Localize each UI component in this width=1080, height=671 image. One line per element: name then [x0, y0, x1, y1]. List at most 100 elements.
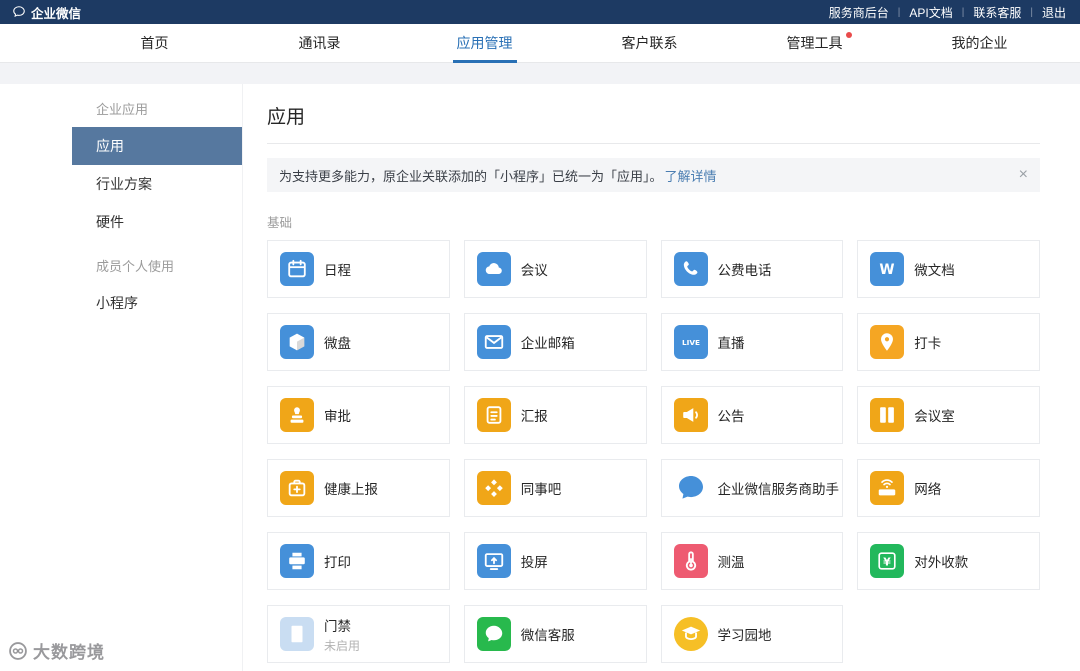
app-label: 打印	[324, 555, 351, 570]
app-status: 未启用	[324, 638, 361, 653]
stamp-icon	[280, 398, 314, 432]
tab-customer-contact[interactable]: 客户联系	[567, 24, 732, 62]
brand-title: 企业微信	[31, 6, 82, 21]
app-card-checkin[interactable]: 打卡	[857, 313, 1040, 371]
app-card-free-call[interactable]: 公费电话	[660, 240, 844, 298]
thermometer-icon	[673, 544, 708, 578]
printer-icon	[280, 544, 314, 578]
tab-app-management[interactable]: 应用管理	[402, 24, 567, 62]
wedoc-icon	[870, 252, 905, 286]
app-label: 公费电话	[717, 263, 772, 278]
app-card-report[interactable]: 汇报	[463, 386, 647, 444]
app-card-screen-cast[interactable]: 投屏	[463, 532, 647, 590]
topbar-link-api-docs[interactable]: API文档	[909, 4, 952, 21]
learn-more-link[interactable]: 了解详情	[665, 166, 717, 185]
app-card-temperature[interactable]: 测温	[660, 532, 844, 590]
app-card-external-payment[interactable]: 对外收款	[857, 532, 1040, 590]
app-card-wechat-kf[interactable]: 微信客服	[463, 605, 647, 663]
app-card-meeting[interactable]: 会议	[463, 240, 647, 298]
mail-icon	[476, 325, 511, 359]
app-label: 企业邮箱	[520, 336, 575, 351]
app-card-provider-assistant[interactable]: 企业微信服务商助手	[660, 459, 844, 517]
app-card-live[interactable]: 直播	[660, 313, 844, 371]
app-label: 审批	[324, 409, 351, 424]
sidebar-section-label: 成员个人使用	[96, 259, 175, 274]
notification-dot	[845, 32, 852, 38]
app-label: 网络	[914, 482, 942, 497]
tab-my-company[interactable]: 我的企业	[897, 24, 1062, 62]
app-card-corp-mail[interactable]: 企业邮箱	[463, 313, 647, 371]
study-icon	[673, 617, 708, 651]
app-card-wedoc[interactable]: 微文档	[857, 240, 1040, 298]
app-grid: 日程 会议 公费电话 微文档微盘 企业邮箱 直播 打卡审批 汇报 公告 会议室健康上报 同事吧 企业微…	[267, 240, 1040, 663]
diamonds-icon	[476, 471, 511, 505]
app-card-network[interactable]: 网络	[857, 459, 1040, 517]
tab-label: 我的企业	[951, 35, 1008, 51]
watermark-logo-icon	[9, 641, 27, 660]
sidebar-item-mini-programs[interactable]: 小程序	[72, 284, 242, 322]
room-icon	[870, 398, 905, 432]
content-top-strip	[0, 63, 1080, 84]
app-card-meeting-room[interactable]: 会议室	[857, 386, 1040, 444]
topbar-link-logout[interactable]: 退出	[1042, 4, 1066, 21]
app-label: 健康上报	[324, 482, 378, 497]
main-nav: 首页 通讯录 应用管理 客户联系 管理工具 我的企业	[0, 24, 1080, 63]
sidebar-item-apps[interactable]: 应用	[72, 127, 242, 165]
megaphone-icon	[673, 398, 708, 432]
topbar-divider: |	[1030, 6, 1033, 18]
main-panel: 应用 为支持更多能力，原企业关联添加的「小程序」已统一为「应用」。 了解详情 ×…	[242, 84, 1080, 671]
app-card-wedrive[interactable]: 微盘	[267, 313, 450, 371]
app-card-approval[interactable]: 审批	[267, 386, 450, 444]
page-title: 应用	[267, 102, 1040, 144]
door-icon	[280, 617, 314, 651]
topbar-divider: |	[897, 6, 901, 18]
phone-icon	[673, 252, 708, 286]
app-label: 公告	[717, 409, 745, 424]
close-icon[interactable]: ×	[1019, 167, 1028, 183]
app-label: 会议室	[914, 409, 955, 424]
tab-label: 首页	[140, 35, 169, 51]
app-card-announcement[interactable]: 公告	[660, 386, 844, 444]
brand: 企业微信	[12, 3, 81, 22]
topbar-link-contact-support[interactable]: 联系客服	[973, 4, 1021, 21]
watermark-text: 大数跨境	[33, 643, 105, 662]
watermark: 大数跨境	[8, 638, 105, 663]
wecom-logo-icon	[13, 6, 25, 17]
app-label: 学习园地	[717, 628, 772, 643]
calendar-icon	[280, 252, 314, 286]
sidebar-item-industry-solutions[interactable]: 行业方案	[72, 165, 242, 203]
app-card-door-access[interactable]: 门禁 未启用	[267, 605, 450, 663]
wecom-bubble-icon	[674, 471, 708, 505]
tab-label: 客户联系	[621, 35, 678, 51]
network-icon	[870, 471, 905, 505]
tab-home[interactable]: 首页	[72, 24, 237, 62]
app-card-colleague-bar[interactable]: 同事吧	[463, 459, 647, 517]
health-icon	[280, 471, 314, 505]
app-card-study-garden[interactable]: 学习园地	[660, 605, 844, 663]
tab-admin-tools[interactable]: 管理工具	[732, 24, 897, 62]
topbar: 企业微信 服务商后台 | API文档 | 联系客服 | 退出	[0, 0, 1080, 24]
notice-banner: 为支持更多能力，原企业关联添加的「小程序」已统一为「应用」。 了解详情 ×	[267, 158, 1040, 192]
tab-label: 应用管理	[456, 35, 513, 51]
app-label: 微盘	[324, 336, 351, 351]
kf-bubble-icon	[476, 617, 511, 651]
app-label: 打卡	[914, 336, 942, 351]
topbar-link-provider-console[interactable]: 服务商后台	[829, 4, 889, 21]
drive-icon	[280, 325, 314, 359]
tab-contacts[interactable]: 通讯录	[237, 24, 402, 62]
app-label: 门禁	[324, 618, 351, 634]
sidebar: 企业应用应用 行业方案 硬件成员个人使用小程序	[72, 84, 242, 671]
app-label: 会议	[520, 263, 548, 278]
app-label: 企业微信服务商助手	[717, 482, 840, 497]
app-label: 同事吧	[520, 482, 562, 497]
app-label: 直播	[717, 336, 745, 351]
app-card-print[interactable]: 打印	[267, 532, 450, 590]
topbar-links: 服务商后台 | API文档 | 联系客服 | 退出	[829, 4, 1066, 21]
sidebar-section-label: 企业应用	[96, 102, 149, 117]
sidebar-item-hardware[interactable]: 硬件	[72, 203, 242, 241]
cast-icon	[476, 544, 511, 578]
yuan-icon	[870, 544, 905, 578]
content: 企业应用 应用 行业方案 硬件 成员个人使用 小程序 应用 为支持更多能力，原企业关联添加…	[0, 84, 1080, 671]
app-card-health-report[interactable]: 健康上报	[267, 459, 450, 517]
app-card-schedule[interactable]: 日程	[267, 240, 450, 298]
